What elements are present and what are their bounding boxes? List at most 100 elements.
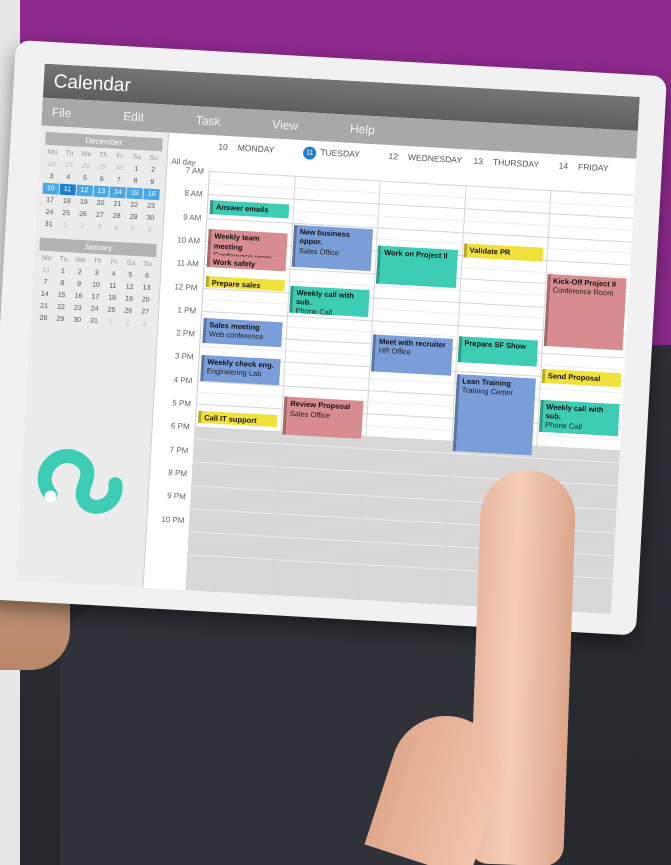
event-title: Weekly call with sub. [545, 401, 604, 422]
calendar-event[interactable]: Kick-Off Project II Conference Room [543, 273, 627, 351]
mini-calendar-day[interactable]: 1 [128, 163, 144, 175]
mini-calendar-day[interactable]: 6 [139, 270, 155, 282]
mini-calendar-day[interactable]: 23 [143, 200, 159, 212]
mini-calendar-day[interactable]: 17 [42, 195, 58, 207]
mini-calendar-day[interactable]: 12 [76, 184, 93, 197]
mini-calendar-day[interactable]: 27 [92, 210, 108, 222]
mini-calendar-day[interactable]: 29 [94, 162, 110, 174]
menu-item-view[interactable]: View [272, 117, 299, 132]
mini-calendar-day[interactable]: 26 [75, 209, 91, 221]
calendar-event[interactable]: Review Proposal Sales Office [282, 396, 364, 439]
mini-calendar-day[interactable]: 20 [138, 294, 154, 306]
calendar-event[interactable]: Lean Training Training Center [452, 373, 536, 456]
mini-calendar-day[interactable]: 8 [54, 278, 70, 290]
calendar-event[interactable]: Prepare sales meet. [205, 275, 286, 292]
mini-calendar-day[interactable]: 31 [40, 219, 56, 231]
mini-calendar-day[interactable]: 17 [87, 291, 103, 303]
mini-calendar-day[interactable]: 11 [59, 183, 76, 196]
mini-calendar-day[interactable]: 10 [88, 279, 104, 291]
mini-calendar-day[interactable]: 4 [60, 172, 76, 184]
mini-calendar-day[interactable]: 22 [53, 301, 69, 313]
mini-calendar-day[interactable]: 28 [35, 313, 51, 325]
mini-calendar-day[interactable]: 12 [121, 281, 137, 293]
menu-item-file[interactable]: File [52, 105, 72, 120]
mini-calendar-day[interactable]: 27 [137, 306, 153, 318]
mini-calendar-grid: Mo Tu We Th Fr Sa Su 26 27 28 29 30 1 2 3 4 5 6 7 8 9 10 11 12 1… [40, 147, 161, 236]
calendar-event[interactable]: Meet with recruiter HR Office [371, 334, 453, 376]
calendar-event[interactable]: Answer emails [209, 200, 290, 219]
mini-calendar-day[interactable]: 1 [57, 220, 73, 232]
mini-calendar-day[interactable]: 6 [94, 174, 110, 186]
mini-calendar-day[interactable]: 3 [91, 222, 107, 234]
calendar-event[interactable]: Validate PR process [463, 243, 543, 262]
mini-calendar-day[interactable]: 30 [111, 163, 127, 175]
mini-calendar-day[interactable]: 31 [86, 315, 102, 327]
mini-calendar-day[interactable]: 31 [38, 265, 54, 277]
mini-calendar-day[interactable]: 9 [144, 176, 160, 188]
mini-calendar-day[interactable]: 10 [42, 182, 59, 195]
calendar-event[interactable]: New business oppor. Sales Office [291, 224, 374, 272]
calendar-event[interactable]: Work on Project II [376, 245, 458, 288]
mini-calendar-day[interactable]: 1 [103, 316, 119, 328]
mini-calendar-day[interactable]: 28 [108, 210, 124, 222]
mini-calendar-day[interactable]: 8 [127, 175, 143, 187]
mini-calendar-day[interactable]: 22 [126, 199, 142, 211]
mini-calendar-day[interactable]: 2 [74, 221, 90, 233]
mini-calendar-day[interactable]: 2 [72, 266, 88, 278]
mini-calendar-day[interactable]: 18 [59, 196, 75, 208]
mini-calendar-day[interactable]: 21 [36, 301, 52, 313]
calendar-event[interactable]: Call IT support [197, 410, 278, 427]
mini-calendar-day[interactable]: 16 [70, 290, 86, 302]
mini-calendar-day[interactable]: 11 [105, 280, 121, 292]
mini-calendar-day[interactable]: 28 [77, 161, 93, 173]
mini-calendar-day[interactable]: 30 [69, 314, 85, 326]
mini-calendar-day[interactable]: 7 [110, 175, 126, 187]
mini-calendar-day[interactable]: 15 [53, 290, 69, 302]
mini-calendar-day[interactable]: 30 [142, 212, 158, 224]
mini-calendar-day[interactable]: 16 [143, 188, 160, 201]
mini-calendar-day[interactable]: 9 [71, 278, 87, 290]
mini-calendar-day[interactable]: 14 [109, 186, 127, 199]
mini-calendar-day[interactable]: 24 [41, 207, 57, 219]
calendar-event[interactable]: Prepare SF Show [457, 336, 538, 367]
mini-calendar-day[interactable]: 6 [141, 224, 157, 236]
mini-calendar-day[interactable]: 5 [122, 269, 138, 281]
mini-calendar-day[interactable]: 1 [55, 266, 71, 278]
mini-calendar-day[interactable]: 29 [52, 313, 68, 325]
menu-item-edit[interactable]: Edit [123, 109, 144, 124]
mini-calendar-day[interactable]: 26 [120, 305, 136, 317]
calendar-event[interactable]: Weekly call with sub. Phone Call [289, 285, 370, 318]
mini-calendar-day[interactable]: 18 [104, 292, 120, 304]
mini-calendar-day[interactable]: 20 [92, 198, 108, 210]
calendar-event[interactable]: Weekly call with sub. Phone Call [538, 399, 620, 437]
mini-calendar-day[interactable]: 3 [88, 267, 104, 279]
mini-calendar-day[interactable]: 4 [105, 268, 121, 280]
mini-calendar-day[interactable]: 4 [108, 222, 124, 234]
calendar-event[interactable]: Send Proposal [541, 369, 622, 388]
mini-calendar-day[interactable]: 2 [145, 164, 161, 176]
mini-calendar-day[interactable]: 13 [92, 185, 110, 198]
mini-calendar-day[interactable]: 5 [125, 223, 141, 235]
mini-calendar-day[interactable]: 27 [61, 160, 77, 172]
mini-calendar-day[interactable]: 13 [138, 282, 154, 294]
mini-calendar-day[interactable]: 23 [70, 302, 86, 314]
menu-item-task[interactable]: Task [195, 113, 220, 128]
mini-calendar-day[interactable]: 26 [44, 159, 60, 171]
mini-calendar-day[interactable]: 7 [37, 277, 53, 289]
mini-calendar-day[interactable]: 3 [43, 171, 59, 183]
mini-calendar-day[interactable]: 2 [119, 317, 135, 329]
mini-calendar-day[interactable]: 21 [109, 198, 125, 210]
mini-calendar-day[interactable]: 15 [126, 187, 144, 200]
mini-calendar-day[interactable]: 3 [136, 318, 152, 330]
mini-calendar-day[interactable]: 24 [86, 303, 102, 315]
mini-calendar-day[interactable]: 19 [121, 293, 137, 305]
calendar-event[interactable]: Sales meeting Web conference [202, 317, 283, 348]
mini-calendar-day[interactable]: 25 [103, 304, 119, 316]
mini-calendar-day[interactable]: 29 [125, 211, 141, 223]
mini-calendar-day[interactable]: 5 [77, 173, 93, 185]
mini-calendar-day[interactable]: 19 [75, 197, 91, 209]
mini-calendar-day[interactable]: 25 [58, 208, 74, 220]
mini-calendar-day[interactable]: 14 [37, 289, 53, 301]
menu-item-help[interactable]: Help [350, 122, 375, 137]
calendar-event[interactable]: Weekly check eng. Engineering Lab [200, 354, 281, 385]
